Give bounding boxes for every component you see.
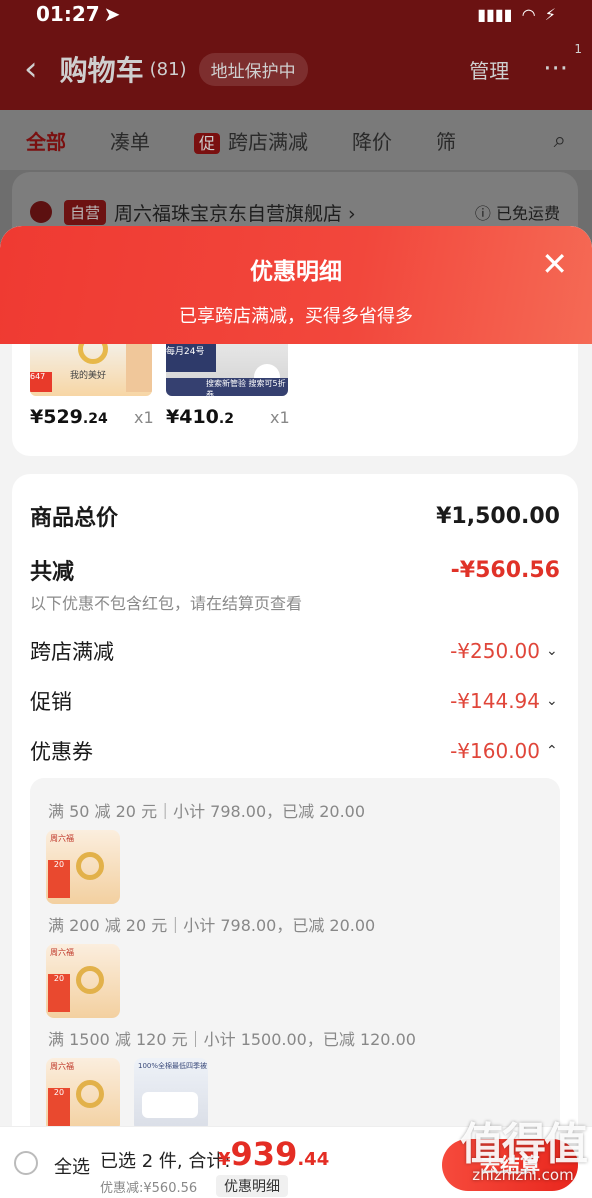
watermark-logo: 值得值 xyxy=(460,1119,588,1170)
header: 01:27 ➤ ▮▮▮▮ ◠ ⚡ ‹ 购物车 (81) 地址保护中 管理 ···… xyxy=(0,0,592,110)
product-thumbnail[interactable]: 我的美好 647 xyxy=(30,344,152,396)
discount-row-promotion[interactable]: 促销 -¥144.94 ⌄ xyxy=(30,686,560,716)
sheet-title: 优惠明细 xyxy=(250,259,342,285)
location-icon: ➤ xyxy=(103,2,121,26)
discount-detail-button[interactable]: 优惠明细 xyxy=(216,1175,288,1197)
wifi-icon: ◠ xyxy=(522,4,535,24)
manage-button[interactable]: 管理 xyxy=(469,55,509,84)
tab-all[interactable]: 全部 xyxy=(26,126,66,155)
page-title: 购物车 xyxy=(59,54,144,87)
total-price-row: 商品总价 ¥1,500.00 xyxy=(30,500,560,532)
reduced-amount: 优惠减:¥560.56 xyxy=(100,1181,198,1196)
reduction-note: 以下优惠不包含红包，请在结算页查看 xyxy=(30,594,303,613)
price-breakdown-card: 商品总价 ¥1,500.00 共减 -¥560.56 以下优惠不包含红包，请在结… xyxy=(12,474,578,1126)
thumb-strip: 搜索新管验 搜索可5折券 xyxy=(166,378,288,396)
product-thumbnail[interactable]: 周六福 20 xyxy=(46,830,120,904)
battery-icon: ⚡ xyxy=(544,4,556,24)
status-bar: 01:27 ➤ ▮▮▮▮ ◠ ⚡ xyxy=(0,0,592,28)
address-protection-badge[interactable]: 地址保护中 xyxy=(198,52,308,86)
tab-price-drop[interactable]: 降价 xyxy=(352,126,392,155)
total-price-label: 商品总价 xyxy=(30,506,119,531)
product-thumbnail[interactable]: 100%全棉最低四季被 xyxy=(134,1058,208,1126)
sheet-header: 优惠明细 已享跨店满减，买得多省得多 ✕ xyxy=(0,226,592,344)
cart-count: (81) xyxy=(149,58,187,80)
product-thumbnail[interactable]: 周六福 20 xyxy=(46,944,120,1018)
close-icon[interactable]: ✕ xyxy=(541,248,568,280)
chevron-down-icon: ⌄ xyxy=(546,643,558,659)
watermark-url: zhizhizhi.com xyxy=(472,1166,574,1184)
total-reduction-label: 共减 xyxy=(30,560,75,585)
more-icon[interactable]: ··· 1 xyxy=(543,42,582,84)
coupon-line: 满 1500 减 120 元｜小计 1500.00，已减 120.00 xyxy=(48,1030,416,1049)
free-shipping-label: ⓘ 已免运费 xyxy=(474,204,560,223)
coupon-line: 满 50 减 20 元｜小计 798.00，已减 20.00 xyxy=(48,802,366,821)
coupon-detail-box: 满 50 减 20 元｜小计 798.00，已减 20.00 周六福 20 满 2… xyxy=(30,778,560,1126)
total-reduction-value: -¥560.56 xyxy=(450,557,560,583)
product-qty: x1 xyxy=(134,408,154,427)
coupon-line: 满 200 减 20 元｜小计 798.00，已减 20.00 xyxy=(48,916,376,935)
status-time: 01:27 xyxy=(36,2,100,26)
status-icons: ▮▮▮▮ ◠ ⚡ xyxy=(477,5,556,24)
thumb-price-tag xyxy=(126,344,152,392)
back-icon[interactable]: ‹ xyxy=(24,49,38,89)
product-thumbnail[interactable]: 周六福 20 xyxy=(46,1058,120,1126)
total-reduction-row: 共减 -¥560.56 xyxy=(30,554,560,586)
product-qty: x1 xyxy=(270,408,290,427)
search-icon[interactable]: ⌕ xyxy=(554,128,566,153)
product-price: ¥410.2 xyxy=(166,406,234,428)
product-summary-card: 我的美好 647 每月24号 搜索新管验 搜索可5折券 ¥529.24 x1 ¥… xyxy=(12,344,578,456)
thumb-badge: 647 xyxy=(30,372,52,392)
select-all-checkbox[interactable] xyxy=(14,1151,38,1175)
promo-tag: 促 xyxy=(194,132,221,154)
self-operated-badge: 自营 xyxy=(64,199,107,225)
discount-row-coupon[interactable]: 优惠券 -¥160.00 ⌃ xyxy=(30,736,560,766)
filter-tabs: 全部 凑单 促跨店满减 降价 筛 ⌕ xyxy=(0,110,592,170)
signal-icon: ▮▮▮▮ xyxy=(477,4,513,24)
nav-bar: ‹ 购物车 (81) 地址保护中 管理 ··· 1 xyxy=(0,28,592,110)
notification-badge: 1 xyxy=(574,42,582,56)
store-checkbox[interactable] xyxy=(30,201,52,223)
total-price-value: ¥1,500.00 xyxy=(436,503,560,529)
product-thumbnail[interactable]: 每月24号 搜索新管验 搜索可5折券 xyxy=(166,344,288,396)
selected-summary: 已选 2 件, 合计: xyxy=(100,1151,231,1172)
discount-row-cross-store[interactable]: 跨店满减 -¥250.00 ⌄ xyxy=(30,636,560,666)
discount-detail-sheet: 优惠明细 已享跨店满减，买得多省得多 ✕ 我的美好 647 每月24号 搜索新管… xyxy=(0,226,592,1126)
tab-cross-store[interactable]: 促跨店满减 xyxy=(194,126,308,155)
select-all-label[interactable]: 全选 xyxy=(54,1153,90,1179)
store-name[interactable]: 周六福珠宝京东自营旗舰店 › xyxy=(114,199,356,226)
site-watermark: 值得值 zhizhizhi.com xyxy=(460,1108,588,1184)
sheet-subtitle: 已享跨店满减，买得多省得多 xyxy=(179,306,413,327)
thumb-label: 每月24号 xyxy=(166,344,216,372)
tab-bundle[interactable]: 凑单 xyxy=(110,126,150,155)
tab-filter[interactable]: 筛 xyxy=(436,126,456,155)
ring-image xyxy=(78,344,108,364)
thumb-label: 我的美好 xyxy=(70,371,107,381)
chevron-up-icon: ⌃ xyxy=(546,743,558,759)
chevron-down-icon: ⌄ xyxy=(546,693,558,709)
product-price: ¥529.24 xyxy=(30,406,108,428)
total-amount: ¥939.44 xyxy=(218,1135,330,1173)
